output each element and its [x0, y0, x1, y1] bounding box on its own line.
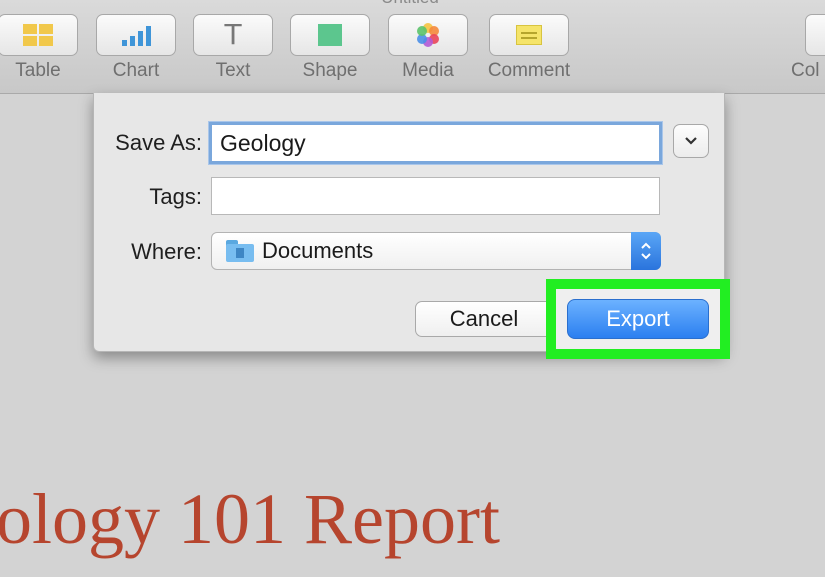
- where-value: Documents: [262, 238, 374, 263]
- toolbar-chart-button[interactable]: Chart: [96, 14, 176, 82]
- toolbar-comment-label: Comment: [487, 60, 571, 81]
- document-title: ology 101 Report: [0, 479, 500, 559]
- toolbar-chart-label: Chart: [112, 60, 160, 81]
- toolbar-comment-button[interactable]: Comment: [488, 14, 579, 82]
- save-as-label: Save As:: [115, 130, 202, 155]
- toolbar-col-button[interactable]: Col: [791, 14, 825, 82]
- media-icon: [417, 23, 439, 47]
- toolbar-col-label: Col: [791, 60, 820, 81]
- toolbar-shape-label: Shape: [302, 60, 358, 81]
- save-as-input[interactable]: Geology: [209, 122, 662, 164]
- where-label: Where:: [131, 239, 202, 264]
- toolbar-text-button[interactable]: T Text: [193, 14, 273, 82]
- toolbar-media-button[interactable]: Media: [388, 14, 468, 82]
- tags-input[interactable]: [211, 177, 660, 215]
- export-button[interactable]: Export: [567, 299, 709, 339]
- text-icon: T: [224, 18, 242, 51]
- toolbar-table-button[interactable]: Table: [0, 14, 78, 82]
- expand-dialog-button[interactable]: [673, 124, 709, 158]
- toolbar-media-label: Media: [402, 60, 454, 81]
- toolbar-shape-button[interactable]: Shape: [290, 14, 370, 82]
- table-icon: [23, 24, 53, 46]
- up-down-chevron-icon: [641, 242, 651, 260]
- toolbar-text-label: Text: [215, 60, 251, 81]
- window-title: Untitled: [360, 0, 460, 8]
- toolbar-table-label: Table: [15, 60, 61, 81]
- chevron-down-icon: [685, 137, 697, 145]
- comment-icon: [516, 25, 542, 45]
- folder-icon: [226, 240, 254, 262]
- where-stepper[interactable]: [631, 232, 661, 270]
- chart-icon: [121, 24, 151, 46]
- toolbar: Untitled Table Chart T Text Shape: [0, 0, 825, 94]
- tags-label: Tags:: [149, 184, 202, 209]
- cancel-button[interactable]: Cancel: [415, 301, 553, 337]
- where-select[interactable]: Documents: [211, 232, 661, 270]
- shape-icon: [318, 24, 342, 46]
